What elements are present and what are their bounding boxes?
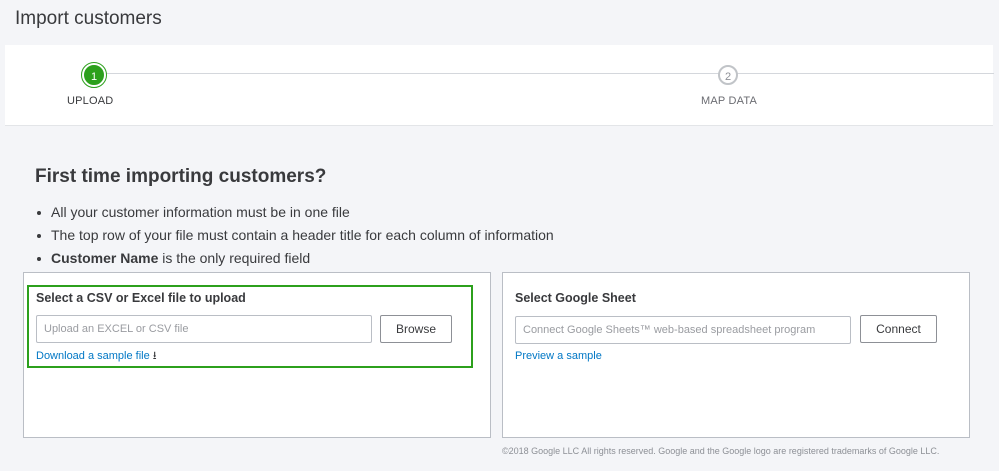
step-1-label: UPLOAD [67, 95, 114, 107]
step-1-indicator: 1 [84, 65, 104, 85]
page-title: Import customers [15, 8, 162, 29]
download-arrow-icon: ⭳ [152, 350, 157, 362]
required-field-name: Customer Name [51, 250, 159, 266]
stepper-progress-line [94, 73, 994, 74]
requirement-item: The top row of your file must contain a … [35, 224, 554, 247]
google-sheet-input[interactable] [515, 316, 851, 344]
google-sheet-title: Select Google Sheet [515, 291, 636, 305]
step-2-label: MAP DATA [701, 95, 757, 107]
intro-heading: First time importing customers? [35, 166, 327, 187]
requirement-item: Customer Name is the only required field [35, 247, 554, 270]
connect-button[interactable]: Connect [860, 315, 937, 343]
copyright-footer: ©2018 Google LLC All rights reserved. Go… [502, 446, 940, 456]
requirement-text: is the only required field [158, 250, 311, 266]
file-upload-title: Select a CSV or Excel file to upload [36, 291, 246, 305]
requirement-text: All your customer information must be in… [51, 204, 350, 220]
preview-sample-link[interactable]: Preview a sample [515, 350, 602, 362]
requirement-text: The top row of your file must contain a … [51, 227, 554, 243]
download-sample-label: Download a sample file [36, 350, 150, 362]
import-stepper: 1 UPLOAD 2 MAP DATA [5, 45, 994, 126]
requirement-item: All your customer information must be in… [35, 201, 554, 224]
download-sample-link[interactable]: Download a sample file ⭳ [36, 347, 157, 366]
step-2-indicator: 2 [718, 65, 738, 85]
requirements-list: All your customer information must be in… [35, 201, 554, 270]
browse-button[interactable]: Browse [380, 315, 452, 343]
file-upload-input[interactable] [36, 315, 372, 343]
